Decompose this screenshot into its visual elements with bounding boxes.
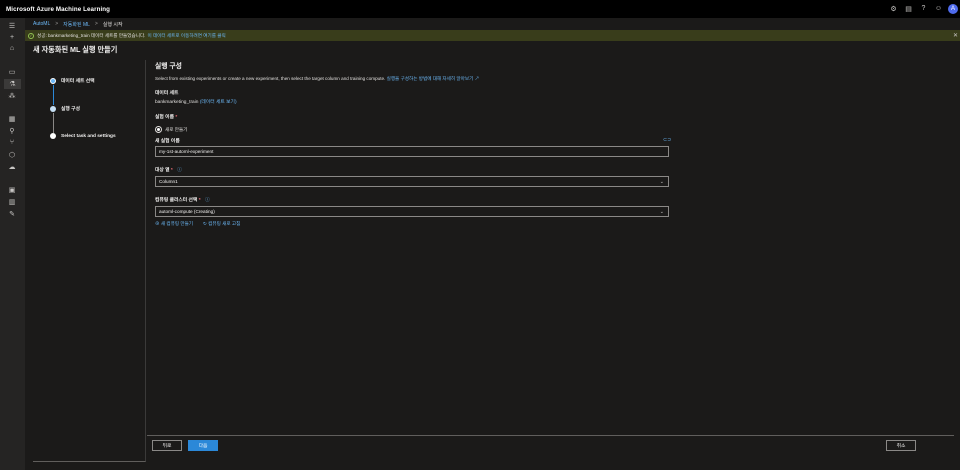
breadcrumb-automl[interactable]: AutoML [33, 21, 50, 27]
step-pending-icon [50, 133, 56, 139]
compute-actions: ⊕ 새 컴퓨팅 만들기 ↻ 컴퓨팅 새로 고침 [155, 221, 240, 227]
next-button[interactable]: 다음 [188, 440, 218, 451]
experiments-icon[interactable]: ⚲ [7, 126, 17, 135]
link-icon[interactable]: ⊂⊃ [663, 137, 671, 143]
footer-divider [147, 435, 954, 436]
hamburger-icon[interactable]: ☰ [7, 21, 17, 30]
compute-cluster-value: automl-compute (Creating) [159, 209, 215, 214]
top-icons: ⚙ ▤ ? ☺ A [888, 3, 958, 14]
experiment-name-value: my-1st-automl-experiment [159, 149, 214, 154]
breadcrumb: AutoML > 자동화된 ML > 실행 시작 [25, 18, 960, 30]
step-label: 데이터 세트 선택 [61, 79, 95, 84]
help-icon[interactable]: ? [918, 3, 929, 14]
refresh-icon: ↻ [203, 221, 207, 226]
left-nav-rail: ☰ + ⌂ ▭ ⚗ ⁂ ▦ ⚲ ⑂ ⬡ ☁ ▣ ▥ ✎ [0, 18, 25, 470]
add-icon: ⊕ [155, 221, 160, 226]
dataset-name: bankmarketing_train [155, 100, 199, 105]
new-compute-link[interactable]: ⊕ 새 컴퓨팅 만들기 [155, 221, 193, 227]
plus-icon[interactable]: + [7, 33, 17, 42]
section-description: Select from existing experiments or crea… [155, 76, 479, 82]
compute-cluster-label: 컴퓨팅 클러스터 선택 * ⓘ [155, 196, 210, 203]
chevron-down-icon: ⌄ [659, 179, 664, 185]
models-icon[interactable]: ⬡ [7, 150, 17, 159]
step-label: Select task and settings [61, 133, 116, 139]
app-title: Microsoft Azure Machine Learning [6, 5, 111, 13]
experiment-name-text: 실험 이름 [155, 115, 174, 120]
breadcrumb-current: 실행 시작 [102, 21, 123, 28]
compute-cluster-text: 컴퓨팅 클러스터 선택 [155, 198, 198, 203]
refresh-compute-link[interactable]: ↻ 컴퓨팅 새로 고침 [203, 221, 240, 227]
new-experiment-label: 새 실험 이름 [155, 139, 180, 144]
configure-run-form: 실행 구성 Select from existing experiments o… [155, 60, 479, 82]
datastores-icon[interactable]: ▥ [7, 197, 17, 206]
notification-message: 성공: bankmarketing_train 데이터 세트를 만들었습니다. [37, 32, 146, 38]
page-title: 새 자동화된 ML 실행 만들기 [33, 45, 118, 54]
success-notification: ✓ 성공: bankmarketing_train 데이터 세트를 만들었습니다… [25, 30, 960, 41]
dataset-label: 데이터 세트 [155, 91, 179, 96]
new-compute-text: 새 컴퓨팅 만들기 [160, 221, 194, 226]
step-current-icon [50, 105, 56, 112]
designer-icon[interactable]: ⁂ [7, 91, 17, 100]
avatar[interactable]: A [948, 3, 958, 14]
step-select-dataset[interactable]: 데이터 세트 선택 [50, 77, 95, 84]
cancel-button[interactable]: 취소 [886, 440, 916, 451]
description-text: Select from existing experiments or crea… [155, 76, 386, 81]
step-configure-run[interactable]: 실행 구성 [50, 105, 80, 112]
radio-label: 새로 만들기 [165, 126, 188, 132]
top-bar: Microsoft Azure Machine Learning ⚙ ▤ ? ☺… [0, 0, 960, 18]
step-label: 실행 구성 [61, 107, 80, 112]
endpoints-icon[interactable]: ☁ [7, 162, 17, 171]
step-task-settings[interactable]: Select task and settings [50, 133, 116, 139]
step-done-icon [50, 77, 56, 84]
close-icon[interactable]: ✕ [953, 32, 958, 39]
notification-link[interactable]: 이 데이터 세트로 이동하려면 여기를 클릭 [147, 33, 225, 39]
pipelines-icon[interactable]: ⑂ [7, 138, 17, 147]
dataset-value: bankmarketing_train (데이터 세트 보기) [155, 98, 237, 105]
view-dataset-link[interactable]: (데이터 세트 보기) [200, 100, 237, 105]
compute-icon[interactable]: ▣ [7, 185, 17, 194]
experiment-name-label: 실험 이름 * [155, 113, 177, 120]
chevron-right-icon: > [55, 21, 59, 27]
info-icon[interactable]: ⓘ [205, 198, 210, 203]
step-connector [53, 85, 54, 105]
learn-more-link[interactable]: 실행을 구성하는 방법에 대해 자세히 알아보기 ↗ [387, 76, 480, 81]
required-mark: * [198, 198, 201, 203]
radio-selected-icon[interactable] [155, 126, 162, 133]
experiment-name-input[interactable]: my-1st-automl-experiment [155, 146, 669, 157]
info-icon[interactable]: ⓘ [177, 168, 182, 173]
smiley-icon[interactable]: ☺ [933, 3, 944, 14]
target-column-text: 대상 열 [155, 168, 170, 173]
labeling-icon[interactable]: ✎ [7, 209, 17, 218]
home-icon[interactable]: ⌂ [7, 44, 17, 53]
notebook-icon[interactable]: ▭ [7, 67, 17, 76]
breadcrumb-automated-ml[interactable]: 자동화된 ML [63, 21, 90, 28]
target-column-value: Column1 [159, 179, 178, 184]
back-button[interactable]: 뒤로 [152, 440, 182, 451]
wizard-steps: 데이터 세트 선택 실행 구성 Select task and settings [33, 60, 146, 462]
chevron-down-icon: ⌄ [659, 209, 664, 215]
radio-create-new[interactable]: 새로 만들기 [155, 126, 187, 133]
feedback-icon[interactable]: ▤ [903, 3, 914, 14]
check-circle-icon: ✓ [28, 32, 34, 39]
required-mark: * [170, 168, 173, 173]
target-column-label: 대상 열 * ⓘ [155, 166, 182, 173]
gear-icon[interactable]: ⚙ [888, 3, 899, 14]
chevron-right-icon: > [94, 21, 98, 27]
automl-icon[interactable]: ⚗ [4, 79, 21, 89]
required-mark: * [175, 115, 178, 120]
step-connector [53, 113, 54, 133]
datasets-icon[interactable]: ▦ [7, 114, 17, 123]
target-column-dropdown[interactable]: Column1 ⌄ [155, 176, 669, 187]
section-heading: 실행 구성 [155, 63, 182, 70]
refresh-compute-text: 컴퓨팅 새로 고침 [208, 221, 241, 226]
compute-cluster-dropdown[interactable]: automl-compute (Creating) ⌄ [155, 206, 669, 217]
